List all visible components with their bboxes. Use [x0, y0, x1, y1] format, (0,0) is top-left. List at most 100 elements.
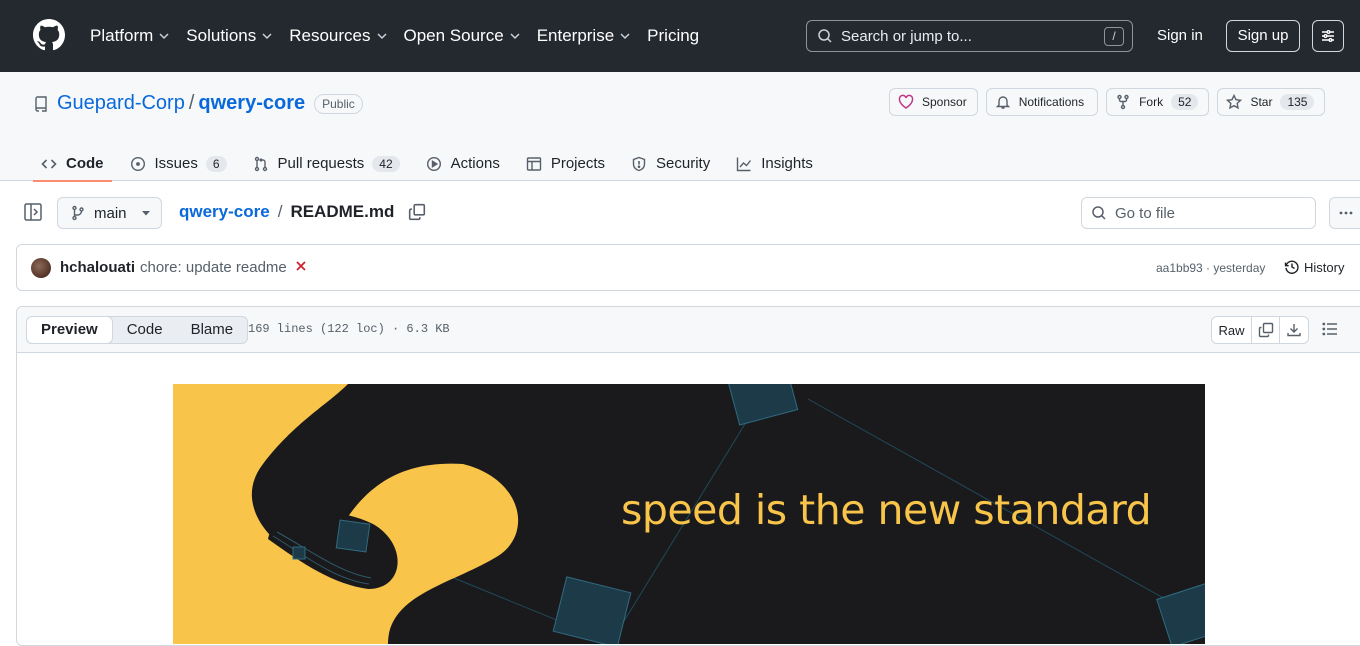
- latest-commit-bar: hchalouati chore: update readme aa1bb93 …: [16, 244, 1360, 291]
- file-header: Preview Code Blame 169 lines (122 loc) ·…: [17, 307, 1360, 353]
- star-count: 135: [1280, 94, 1315, 110]
- view-preview-button[interactable]: Preview: [26, 316, 113, 344]
- tab-issues[interactable]: Issues 6: [122, 146, 235, 181]
- tab-insights-label: Insights: [761, 155, 813, 172]
- topnav-item-label: Platform: [90, 26, 154, 45]
- play-icon: [426, 156, 441, 171]
- header-menu-button[interactable]: [1312, 20, 1344, 52]
- bell-icon: [995, 96, 1010, 109]
- tab-actions-label: Actions: [450, 155, 500, 172]
- raw-button[interactable]: Raw: [1212, 317, 1252, 343]
- view-blame-button[interactable]: Blame: [177, 317, 248, 343]
- global-nav: Platform Solutions Resources Open Source Ent…: [90, 0, 715, 72]
- file-meta: 169 lines (122 loc) · 6.3 KB: [248, 322, 450, 336]
- topnav-item-open-source[interactable]: Open Source: [404, 26, 521, 46]
- topnav-item-label: Open Source: [403, 26, 504, 45]
- tab-insights[interactable]: Insights: [728, 146, 821, 181]
- expand-file-tree-icon[interactable]: [22, 201, 44, 223]
- author-avatar[interactable]: [31, 258, 51, 278]
- commit-author-link[interactable]: hchalouati: [60, 259, 135, 276]
- history-label: History: [1304, 259, 1345, 275]
- heart-icon: [898, 94, 914, 109]
- notifications-label: Notifications: [1018, 95, 1085, 109]
- more-options-button[interactable]: [1329, 197, 1360, 229]
- tab-issues-label: Issues: [154, 155, 198, 172]
- go-to-file-input[interactable]: Go to file: [1081, 197, 1316, 229]
- branch-name: main: [94, 204, 127, 222]
- topnav-item-label: Pricing: [647, 26, 700, 45]
- repo-owner-link[interactable]: Guepard-Corp: [57, 92, 185, 115]
- tab-pull-requests[interactable]: Pull requests 42: [245, 146, 408, 181]
- sliders-icon: [1322, 30, 1334, 42]
- tab-security[interactable]: Security: [623, 146, 718, 181]
- commit-message-link[interactable]: chore: update readme: [140, 259, 287, 276]
- copy-path-icon[interactable]: [408, 203, 426, 221]
- caret-down-icon: [141, 211, 150, 216]
- repo-title-separator: /: [188, 92, 195, 114]
- history-icon: [1284, 260, 1299, 274]
- copy-icon: [1258, 322, 1273, 338]
- sign-up-button[interactable]: Sign up: [1226, 20, 1300, 52]
- commit-sha-time[interactable]: aa1bb93 · yesterday: [1156, 261, 1265, 275]
- outline-list-icon[interactable]: [1322, 321, 1338, 337]
- view-mode-switch: Preview Code Blame: [26, 316, 249, 344]
- repo-name-link[interactable]: qwery-core: [198, 92, 305, 115]
- breadcrumb-file-name: README.md: [290, 202, 395, 221]
- copy-raw-button[interactable]: [1252, 317, 1280, 343]
- table-icon: [526, 156, 542, 171]
- chevron-down-icon: [376, 33, 387, 40]
- breadcrumb: qwery-core / README.md: [179, 202, 426, 222]
- topnav-item-enterprise[interactable]: Enterprise: [537, 26, 631, 46]
- search-icon: [1092, 206, 1106, 220]
- banner-tagline: speed is the new standard: [621, 486, 1152, 534]
- breadcrumb-repo-link[interactable]: qwery-core: [179, 202, 270, 222]
- go-to-file-placeholder: Go to file: [1115, 204, 1176, 222]
- file-actions: Raw: [1211, 316, 1309, 344]
- tab-actions[interactable]: Actions: [418, 146, 508, 181]
- search-shortcut-key: /: [1104, 27, 1124, 46]
- sponsor-label: Sponsor: [922, 95, 967, 109]
- topnav-item-label: Enterprise: [536, 26, 615, 45]
- check-failed-icon[interactable]: [294, 259, 308, 273]
- search-placeholder: Search or jump to...: [841, 27, 972, 45]
- github-logo-icon[interactable]: [33, 19, 65, 51]
- tab-projects-label: Projects: [550, 155, 606, 172]
- topnav-item-pricing[interactable]: Pricing: [647, 26, 699, 46]
- global-search-input[interactable]: Search or jump to... /: [806, 20, 1133, 52]
- tab-pull-requests-label: Pull requests: [277, 155, 365, 172]
- tab-projects[interactable]: Projects: [518, 146, 613, 181]
- tab-security-label: Security: [656, 155, 711, 172]
- chevron-down-icon: [262, 33, 272, 40]
- chevron-down-icon: [159, 33, 169, 40]
- topnav-item-solutions[interactable]: Solutions: [186, 26, 273, 46]
- tab-code[interactable]: Code: [33, 146, 112, 182]
- view-code-button[interactable]: Code: [113, 317, 177, 343]
- repo-header: Guepard-Corp / qwery-core Public Sponsor…: [0, 72, 1360, 182]
- issues-count: 6: [205, 155, 227, 172]
- sponsor-button[interactable]: Sponsor: [889, 88, 978, 116]
- repo-title: Guepard-Corp / qwery-core Public: [33, 92, 363, 115]
- history-button[interactable]: History: [1284, 259, 1344, 275]
- notifications-button[interactable]: Notifications: [985, 88, 1099, 116]
- graph-icon: [737, 157, 752, 171]
- topnav-item-label: Solutions: [186, 26, 257, 45]
- chevron-down-icon: [620, 33, 630, 40]
- fork-button[interactable]: Fork 52: [1106, 88, 1210, 116]
- breadcrumb-separator: /: [277, 202, 283, 221]
- tab-code-label: Code: [66, 155, 104, 172]
- kebab-horizontal-icon: [1339, 211, 1353, 215]
- pull-request-icon: [254, 156, 267, 171]
- branch-selector-button[interactable]: main: [57, 197, 162, 229]
- download-raw-button[interactable]: [1280, 317, 1308, 343]
- sign-in-link[interactable]: Sign in: [1157, 27, 1203, 44]
- repo-actions: Sponsor Notifications Fork 52 Star 135: [889, 88, 1333, 116]
- fork-icon: [1117, 94, 1129, 110]
- topnav-item-label: Resources: [289, 26, 371, 45]
- topnav-item-platform[interactable]: Platform: [90, 26, 170, 46]
- repo-icon: [35, 95, 47, 112]
- shield-icon: [632, 156, 646, 171]
- topnav-item-resources[interactable]: Resources: [289, 26, 387, 46]
- star-button[interactable]: Star 135: [1217, 88, 1326, 116]
- readme-banner-image: speed is the new standard: [173, 384, 1205, 644]
- star-label: Star: [1250, 95, 1273, 109]
